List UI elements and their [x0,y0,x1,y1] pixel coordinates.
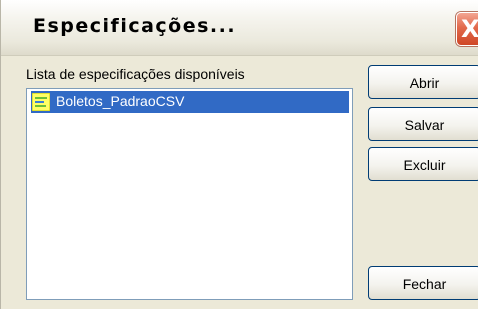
save-button[interactable]: Salvar [368,107,478,141]
close-button[interactable]: Fechar [368,266,478,300]
open-button[interactable]: Abrir [368,65,478,99]
list-item-label: Boletos_PadraoCSV [56,93,185,109]
list-item[interactable]: Boletos_PadraoCSV [31,91,349,113]
dialog-window: Especificações... X Lista de especificaç… [0,0,478,309]
close-window-button[interactable]: X [456,12,478,46]
title-bar[interactable]: Especificações... X [1,0,478,56]
delete-button[interactable]: Excluir [368,147,478,181]
spec-file-icon [32,93,50,111]
specifications-listbox[interactable]: Boletos_PadraoCSV [26,88,353,300]
window-title: Especificações... [33,15,237,37]
list-label: Lista de especificações disponíveis [26,66,245,82]
close-icon: X [461,15,478,43]
